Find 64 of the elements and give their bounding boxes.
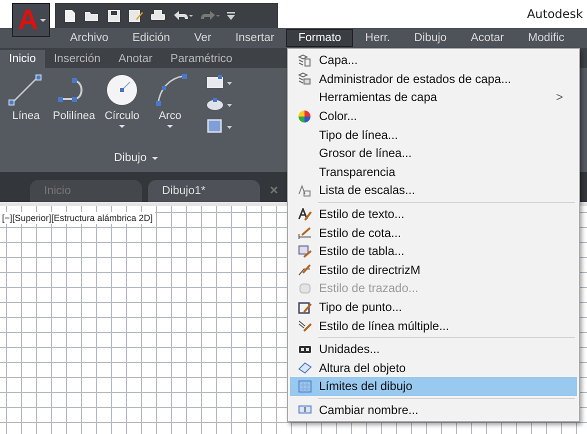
print-icon[interactable] — [150, 8, 166, 22]
menu-item[interactable]: Cambiar nombre... — [290, 400, 577, 420]
menu-item[interactable]: Lista de escalas... — [290, 181, 577, 200]
customize-dropdown-icon[interactable] — [227, 10, 235, 20]
hatch-icon[interactable] — [206, 118, 232, 134]
menu-item[interactable]: Unidades... — [290, 340, 577, 358]
menu-item[interactable]: Estilo de directrizM — [290, 260, 577, 280]
layers-icon — [298, 54, 311, 67]
text-style-icon — [298, 208, 312, 221]
layers-icon — [298, 72, 311, 86]
menu-item[interactable]: Altura del objeto — [290, 358, 577, 378]
ribbon-tab[interactable]: Paramétrico — [161, 50, 242, 68]
point-style-icon — [298, 300, 312, 314]
grid-icon — [298, 380, 312, 393]
close-icon[interactable] — [270, 186, 278, 194]
viewport-label[interactable]: [−][Superior][Estructura alámbrica 2D] — [0, 212, 155, 224]
rectangle-icon[interactable] — [206, 74, 232, 90]
menu-bar-item[interactable]: Archivo — [58, 29, 120, 47]
menu-item[interactable]: Tipo de punto... — [290, 298, 577, 316]
panel-title[interactable]: Dibujo — [110, 150, 162, 166]
menu-bar-item[interactable]: Acotar — [458, 29, 516, 47]
menu-item[interactable]: Transparencia — [290, 162, 577, 182]
save-as-icon[interactable] — [128, 8, 143, 22]
menu-item[interactable]: Estilo de texto... — [290, 204, 577, 224]
multiline-style-icon — [298, 319, 312, 332]
menu-item[interactable]: Administrador de estados de capa... — [290, 70, 577, 88]
menu-bar-item[interactable]: Formato — [286, 29, 354, 47]
menu-item[interactable]: Estilo de línea múltiple... — [290, 316, 577, 335]
save-icon[interactable] — [107, 8, 121, 22]
thickness-icon — [298, 361, 312, 374]
file-tab[interactable]: Dibujo1* — [148, 180, 260, 202]
menu-bar-item[interactable]: Dibujo — [402, 29, 459, 47]
menu-item[interactable]: Estilo de cota... — [290, 223, 577, 242]
ribbon-tool-button[interactable]: Polilínea — [50, 72, 98, 146]
plot-style-icon — [298, 282, 312, 295]
window-title: Autodesk — [526, 7, 583, 21]
leader-style-icon — [298, 263, 312, 276]
menu-bar-item[interactable]: Edición — [120, 29, 182, 47]
menu-item[interactable]: Capa... — [290, 51, 577, 70]
menu-item[interactable]: Límites del dibujo — [290, 377, 577, 396]
menu-item[interactable]: Herramientas de capa > — [290, 88, 577, 107]
menu-item[interactable]: Color... — [290, 106, 577, 126]
new-file-icon[interactable] — [63, 8, 77, 22]
scale-list-icon — [298, 184, 311, 197]
ellipse-icon[interactable] — [206, 96, 232, 112]
ribbon-tool-button[interactable]: Círculo — [98, 72, 146, 146]
menu-bar-item[interactable]: Modific — [516, 29, 576, 47]
ribbon-tool-button[interactable]: Línea — [2, 72, 50, 146]
ribbon-tab[interactable]: Inserción — [44, 50, 110, 68]
table-style-icon — [298, 244, 312, 258]
menu-item[interactable]: Tipo de línea... — [290, 125, 577, 144]
ribbon-tab[interactable]: Anotar — [110, 50, 162, 68]
undo-icon[interactable] — [173, 10, 193, 22]
menu-bar-item[interactable]: Insertar — [223, 29, 286, 47]
color-wheel-icon — [298, 110, 311, 123]
menu-bar-item[interactable]: Herr. — [353, 29, 402, 47]
submenu-arrow: > — [556, 90, 563, 104]
menu-bar-item[interactable]: Ver — [182, 29, 224, 47]
menu-item[interactable]: Estilo de tabla... — [290, 242, 577, 261]
menu-item[interactable]: Grosor de línea... — [290, 144, 577, 163]
ribbon-tab[interactable]: Inicio — [0, 50, 45, 68]
ribbon-tool-button[interactable]: Arco — [146, 72, 194, 146]
dimension-style-icon — [298, 226, 312, 240]
rename-icon — [298, 403, 312, 416]
